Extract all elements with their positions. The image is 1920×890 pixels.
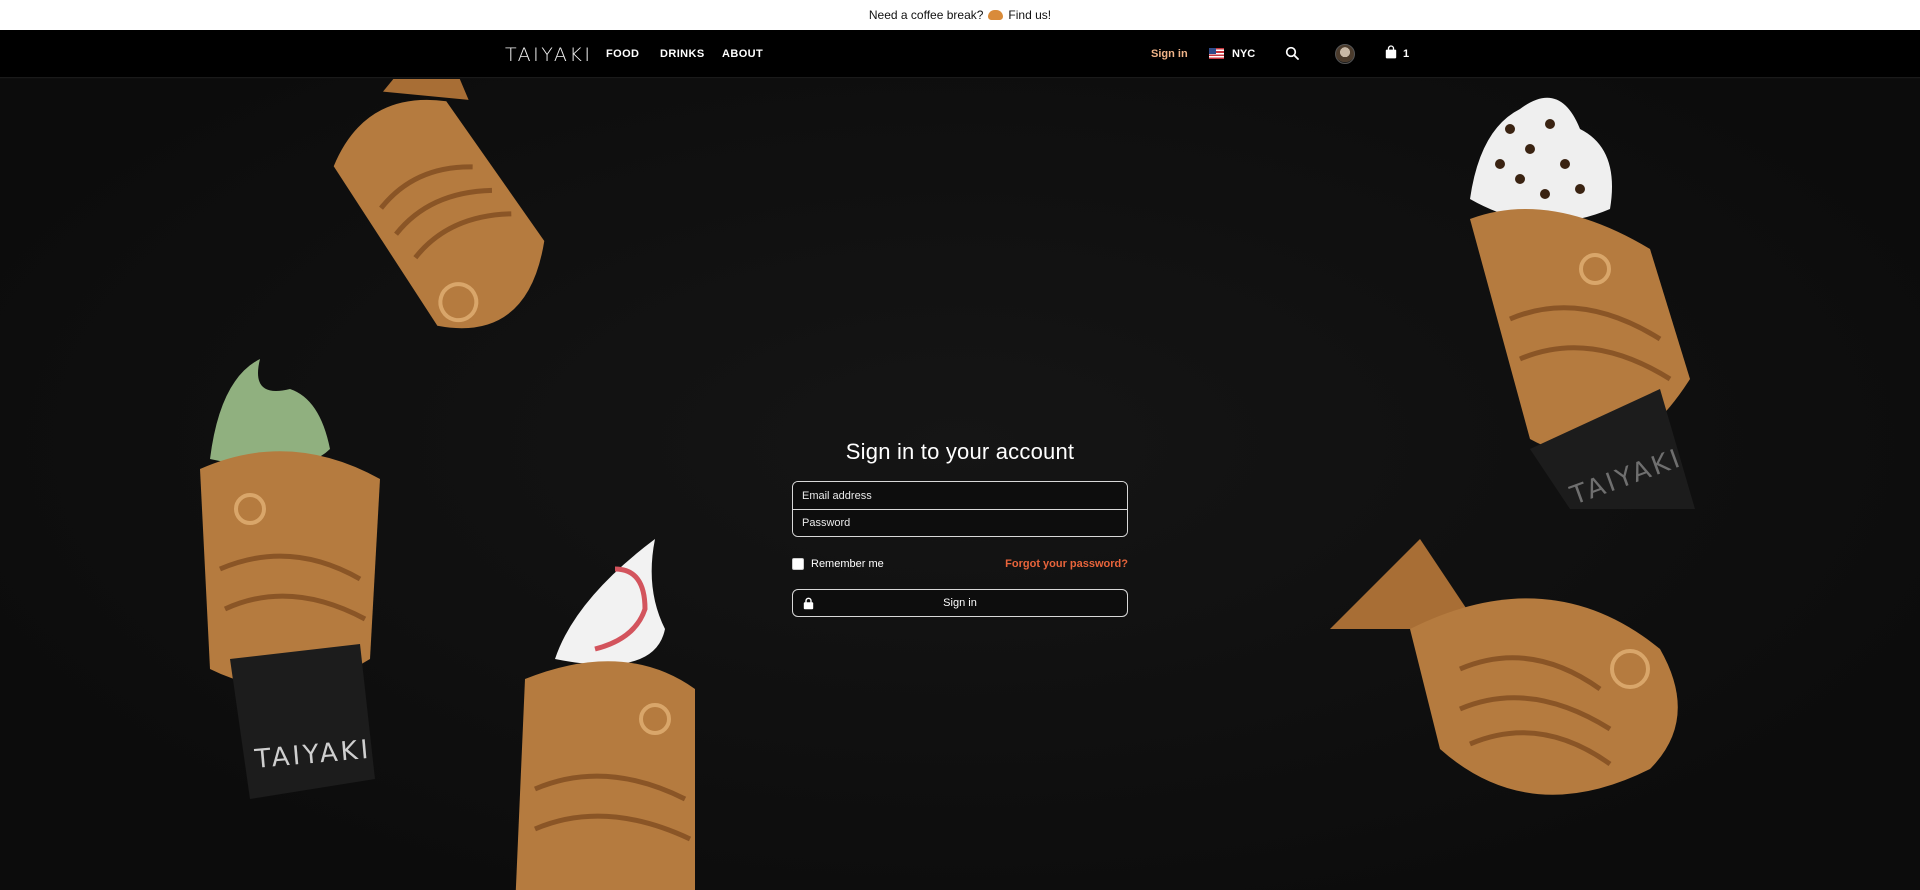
nav-about[interactable]: ABOUT [722,48,763,60]
email-field[interactable] [793,482,1127,509]
page-title: Sign in to your account [845,439,1075,464]
taiyaki-fish-image-bottom-right [1330,519,1710,839]
strawberry-ice-cream-taiyaki-image [495,529,725,890]
nav-drinks[interactable]: DRINKS [660,48,705,60]
matcha-ice-cream-taiyaki-image: TAIYAKI [180,339,410,799]
lock-icon [803,597,814,610]
hero-background: TAIYAKI TAIYAKI Sign in to your account … [0,79,1920,890]
cart-count[interactable]: 1 [1403,48,1409,60]
password-field[interactable] [793,509,1127,536]
city-selector[interactable]: NYC [1232,48,1255,60]
forgot-password-link[interactable]: Forgot your password? [1005,558,1128,570]
remember-me-checkbox[interactable] [792,558,804,570]
shopping-bag-icon[interactable] [1385,45,1397,59]
announcement-bar: Need a coffee break? Find us! [0,0,1920,30]
announcement-text: Need a coffee break? [868,8,984,22]
top-navigation: TAIYAKI FOOD DRINKS ABOUT Sign in NYC 1 [0,30,1920,78]
search-icon[interactable] [1285,46,1299,60]
find-us-link[interactable]: Find us! [1008,8,1051,22]
form-options-row: Remember me Forgot your password? [792,557,1128,571]
signin-button-label: Sign in [943,597,977,609]
nav-food[interactable]: FOOD [606,48,639,60]
user-avatar[interactable] [1335,44,1355,64]
us-flag-icon[interactable] [1209,48,1224,59]
nav-signin-link[interactable]: Sign in [1151,48,1188,60]
remember-me[interactable]: Remember me [792,558,884,570]
signin-button[interactable]: Sign in [792,589,1128,617]
remember-me-label: Remember me [811,558,884,570]
chocolate-ice-cream-taiyaki-image: TAIYAKI [1450,79,1710,509]
taiyaki-logo[interactable]: TAIYAKI [505,44,592,66]
credentials-fields [792,481,1128,537]
taiyaki-emoji-icon [988,10,1004,20]
signin-form: Sign in to your account Remember me Forg… [792,439,1128,617]
